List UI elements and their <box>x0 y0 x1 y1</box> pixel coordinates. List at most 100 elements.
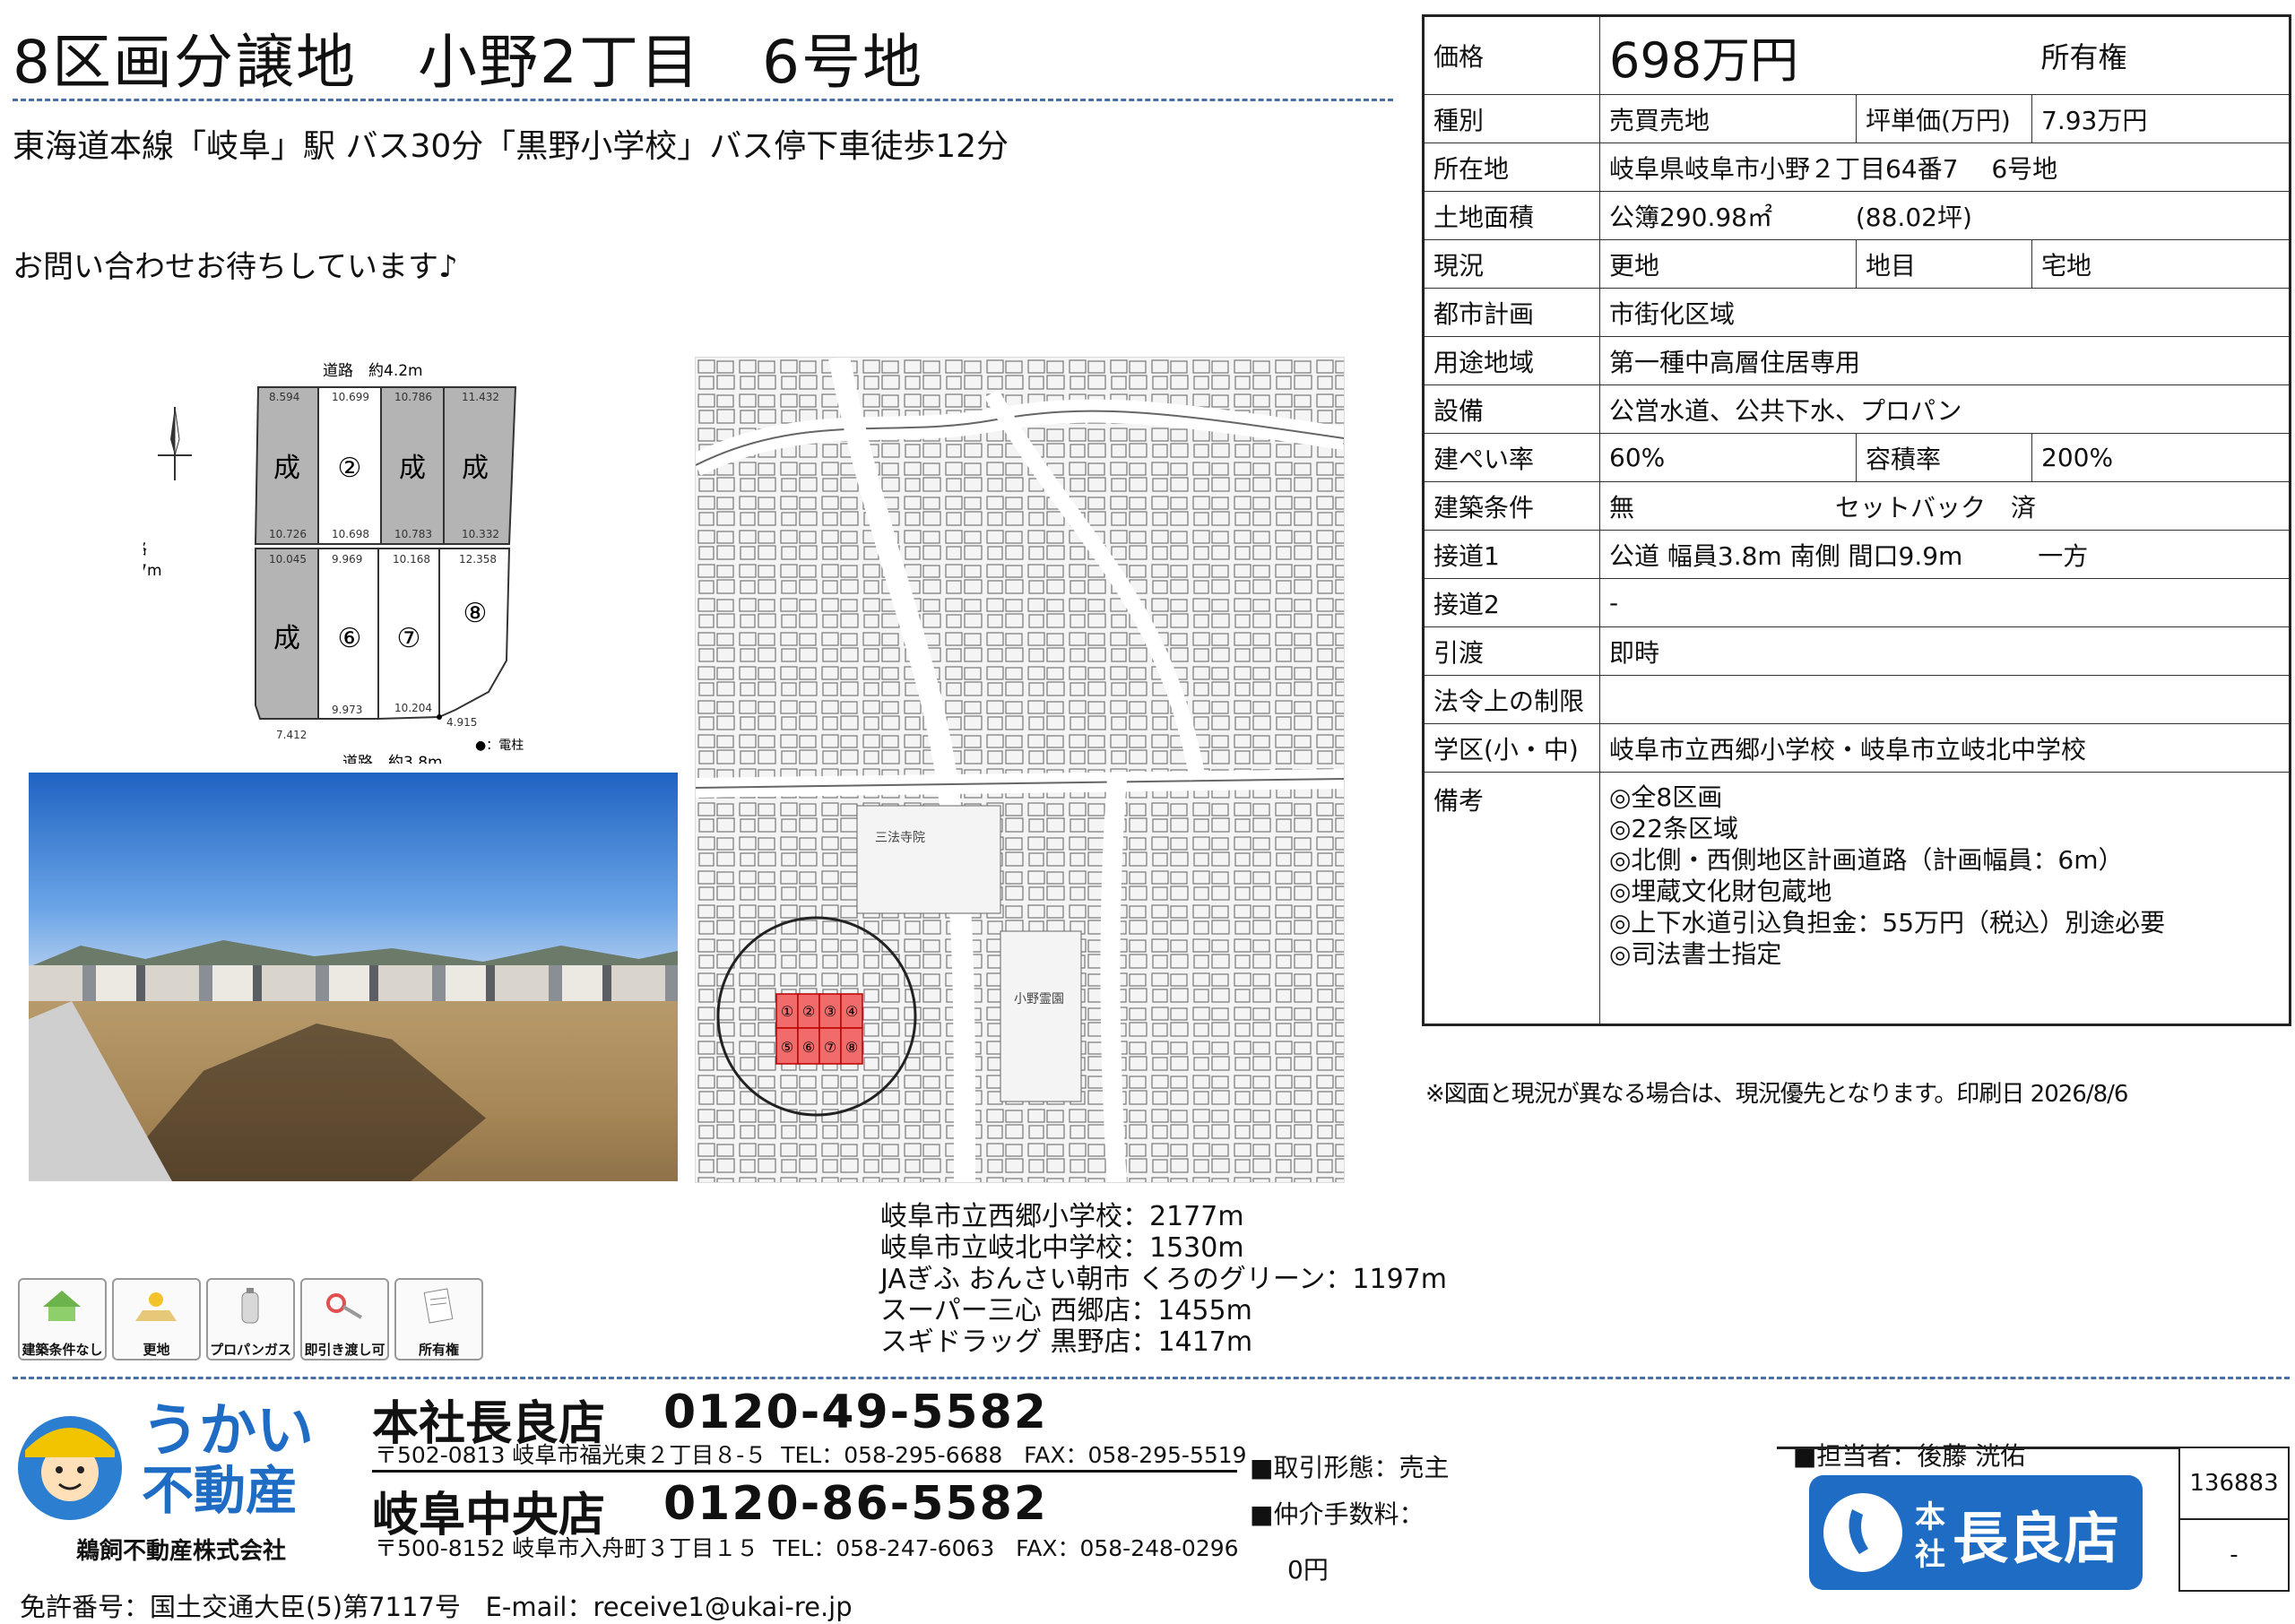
row-value <box>1599 675 2291 724</box>
dim-label: 10.783 <box>394 528 432 540</box>
dim-label: 11.432 <box>462 391 499 403</box>
sold-label: 成 <box>273 453 300 484</box>
road-west-label: 道路 <box>143 540 147 558</box>
row-label: 種別 <box>1423 94 1600 143</box>
facility-item: 岐阜市立西郷小学校：2177m <box>880 1201 1244 1232</box>
no-building-condition-badge: 建築条件なし <box>18 1278 107 1361</box>
store1-tel: 0120-49-5582 <box>663 1386 1048 1439</box>
plot-diagram: 道路 約4.2m 道路 約3.8m 道路 約4.7m ●：電柱 成 成 成 成 … <box>143 362 524 764</box>
remarks-row: 備考 ◎全8区画 ◎22条区域 ◎北側・西側地区計画道路（計画幅員：6m） ◎埋… <box>1423 772 2291 1025</box>
disclaimer-note: ※図面と現況が異なる場合は、現況優先となります。印刷日 2026/8/6 <box>1425 1081 2128 1108</box>
sold-label: 成 <box>462 453 489 484</box>
table-row: 設備 公営水道、公共下水、プロパン <box>1423 384 2291 434</box>
lot-number: ⑦ <box>397 623 421 654</box>
dim-label: 10.786 <box>394 391 432 403</box>
price-value: 698万円 <box>1609 31 1799 89</box>
row-value: 更地 <box>1599 239 1857 289</box>
footer-divider <box>13 1377 2290 1379</box>
row-label: 建築条件 <box>1423 481 1600 531</box>
dim-label: 10.168 <box>393 553 430 566</box>
row-value: 市街化区域 <box>1599 288 2291 337</box>
dim-label: 4.915 <box>446 716 477 729</box>
logo-text: 不動産 <box>142 1460 298 1521</box>
immediate-handover-badge: 即引き渡し可 <box>300 1278 389 1361</box>
page-title: 8区画分譲地 小野2丁目 6号地 <box>13 28 923 97</box>
gas-cylinder-icon <box>241 1288 259 1324</box>
row-label: 設備 <box>1423 384 1600 434</box>
store2-address: 〒500-8152 岐阜市入舟町３丁目１５ TEL：058-247-6063 F… <box>375 1535 1239 1561</box>
price-row: 価格 698万円 所有権 <box>1423 15 2291 95</box>
sold-label: 成 <box>273 623 300 654</box>
row-label: 坪単価(万円) <box>1856 94 2032 143</box>
remark-item: ◎司法書士指定 <box>1609 939 1782 969</box>
map-label: 三法寺院 <box>875 831 925 845</box>
lot-8 <box>438 548 511 719</box>
table-row: 建ぺい率 60% 容積率 200% <box>1423 433 2291 482</box>
row-value: 公簿290.98㎡ (88.02坪) <box>1599 191 2291 240</box>
brokerage-fee-value: 0円 <box>1287 1555 1329 1585</box>
brokerage-fee-label: ■仲介手数料： <box>1250 1499 1425 1529</box>
dim-label: 7.412 <box>276 729 307 741</box>
dim-label: 9.973 <box>332 704 362 716</box>
header-divider <box>13 99 1393 101</box>
row-value: 岐阜県岐阜市小野２丁目64番7 6号地 <box>1599 143 2291 192</box>
table-row: 所在地 岐阜県岐阜市小野２丁目64番7 6号地 <box>1423 143 2291 192</box>
property-info-table: 価格 698万円 所有権 種別 売買売地 坪単価(万円) 7.93万円 所在地 … <box>1422 14 2291 1026</box>
dim-label: 10.699 <box>332 391 369 403</box>
dim-label: 10.332 <box>462 528 499 540</box>
table-row: 接道2 - <box>1423 578 2291 627</box>
row-value: 60% <box>1599 433 1857 482</box>
store-divider <box>372 1470 1237 1473</box>
site-photo <box>29 773 678 1181</box>
table-row: 引渡 即時 <box>1423 626 2291 676</box>
row-label: 学区(小・中) <box>1423 723 1600 773</box>
dim-label: 10.726 <box>269 528 307 540</box>
dim-label: 10.204 <box>394 702 432 714</box>
table-row: 建築条件 無 セットバック 済 <box>1423 481 2291 531</box>
ownership-value: 所有権 <box>2031 15 2291 95</box>
company-name: 鵜飼不動産株式会社 <box>76 1538 287 1565</box>
map-lot-number: ② <box>802 1003 815 1020</box>
row-value: 第一種中高層住居専用 <box>1599 336 2291 385</box>
road-north-label: 道路 約4.2m <box>323 362 423 380</box>
table-row: 都市計画 市街化区域 <box>1423 288 2291 337</box>
price-label: 価格 <box>1423 15 1600 95</box>
table-row: 現況 更地 地目 宅地 <box>1423 239 2291 289</box>
row-label: 建ぺい率 <box>1423 433 1600 482</box>
key-icon <box>326 1293 363 1319</box>
store-logo: 本 社 長良店 <box>1809 1475 2143 1590</box>
road-west-width: 約4.7m <box>143 562 162 580</box>
store-logo-small: 社 <box>1915 1537 1945 1573</box>
facility-item: 岐阜市立岐北中学校：1530m <box>880 1232 1244 1264</box>
access-info: 東海道本線「岐阜」駅 バス30分「黒野小学校」バス停下車徒歩12分 <box>13 128 1009 165</box>
table-row: 用途地域 第一種中高層住居専用 <box>1423 336 2291 385</box>
row-value: 岐阜市立西郷小学校・岐阜市立岐北中学校 <box>1599 723 2291 773</box>
propane-gas-badge: プロパンガス <box>206 1278 295 1361</box>
table-row: 種別 売買売地 坪単価(万円) 7.93万円 <box>1423 94 2291 143</box>
dim-label: 10.045 <box>269 553 307 566</box>
table-row: 学区(小・中) 岐阜市立西郷小学校・岐阜市立岐北中学校 <box>1423 723 2291 773</box>
vacant-land-badge: 更地 <box>112 1278 201 1361</box>
table-row: 土地面積 公簿290.98㎡ (88.02坪) <box>1423 191 2291 240</box>
facility-item: スギドラッグ 黒野店：1417m <box>880 1326 1253 1358</box>
map-graphic: 三法寺院 小野霊園 ① ② ③ ④ ⑤ ⑥ ⑦ ⑧ <box>696 358 1344 1182</box>
facility-item: スーパー三心 西郷店：1455m <box>880 1295 1252 1326</box>
row-label: 容積率 <box>1856 433 2032 482</box>
row-value: 売買売地 <box>1599 94 1857 143</box>
id-table: 136883 - <box>2178 1447 2290 1592</box>
row-label: 所在地 <box>1423 143 1600 192</box>
store-logo-small: 本 <box>1915 1499 1945 1535</box>
remark-item: ◎埋蔵文化財包蔵地 <box>1609 877 1832 906</box>
remark-item: ◎全8区画 <box>1609 782 1723 812</box>
ownership-badge: 所有権 <box>394 1278 483 1361</box>
remark-item: ◎上下水道引込負担金：55万円（税込）別途必要 <box>1609 908 2166 937</box>
map-lot-number: ⑦ <box>824 1039 836 1056</box>
row-value: 公道 幅員3.8m 南側 間口9.9m 一方 <box>1599 530 2291 579</box>
map-lot-number: ⑤ <box>781 1039 793 1056</box>
document-icon <box>423 1288 454 1324</box>
table-row: 接道1 公道 幅員3.8m 南側 間口9.9m 一方 <box>1423 530 2291 579</box>
row-label: 接道2 <box>1423 578 1600 627</box>
blank-cell: - <box>2178 1518 2290 1592</box>
row-value: - <box>1599 578 2291 627</box>
road-south-label: 道路 約3.8m <box>342 754 443 764</box>
